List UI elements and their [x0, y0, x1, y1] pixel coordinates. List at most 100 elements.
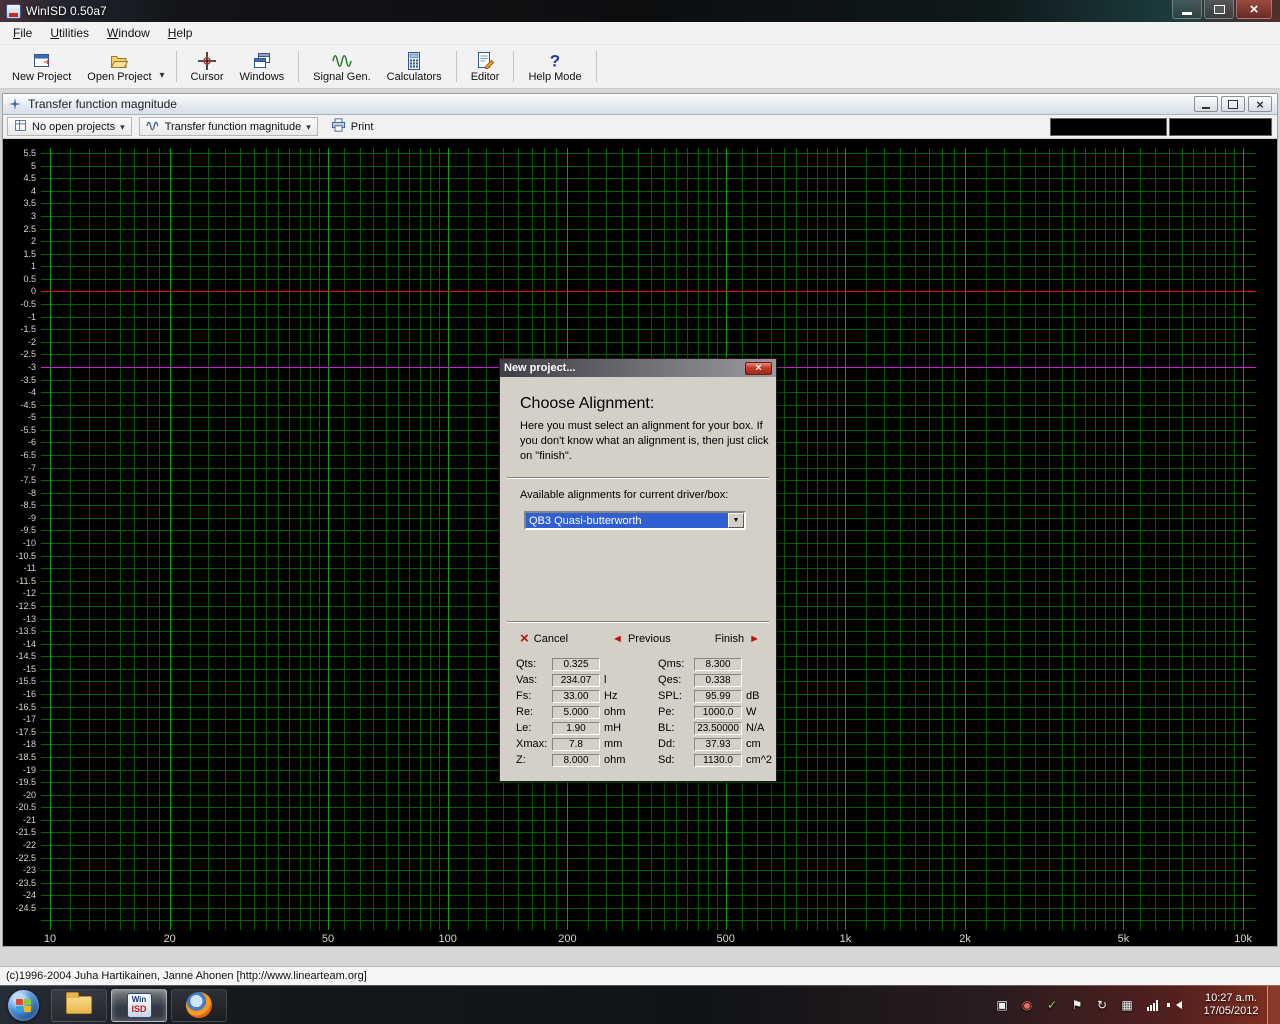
- view-selector[interactable]: Transfer function magnitude: [139, 117, 318, 136]
- finish-button[interactable]: Finish: [715, 633, 760, 645]
- tray-update-icon[interactable]: ↻: [1094, 997, 1110, 1013]
- help-mode-icon: ?: [544, 50, 566, 71]
- param-value-field[interactable]: 33.00: [552, 690, 600, 703]
- toolbar-windows-button[interactable]: Windows: [232, 47, 293, 86]
- open-project-dropdown-arrow[interactable]: [160, 47, 170, 86]
- taskbar-button-winisd[interactable]: WinISD: [111, 989, 167, 1022]
- y-tick-label: 2.5: [3, 224, 36, 234]
- y-tick-label: -13.5: [3, 626, 36, 636]
- grid-line-v: [344, 148, 345, 930]
- param-value-field[interactable]: 8.000: [552, 754, 600, 767]
- grid-line-v: [1140, 148, 1141, 930]
- param-value-field[interactable]: 0.325: [552, 658, 600, 671]
- dialog-close-button[interactable]: [745, 362, 772, 375]
- close-button[interactable]: [1236, 0, 1272, 19]
- child-maximize-button[interactable]: [1221, 96, 1245, 112]
- toolbar-help-mode-button[interactable]: ?Help Mode: [520, 47, 589, 86]
- child-window-titlebar[interactable]: Transfer function magnitude: [3, 94, 1277, 115]
- tray-display-icon[interactable]: ▣: [994, 997, 1010, 1013]
- taskbar-button-firefox[interactable]: [171, 989, 227, 1022]
- menu-file[interactable]: File: [4, 22, 41, 44]
- param-value-field[interactable]: 23.50000: [694, 722, 742, 735]
- taskbar-app-buttons: WinISD: [49, 986, 229, 1024]
- grid-line-v: [784, 148, 785, 930]
- param-value-field[interactable]: 5.000: [552, 706, 600, 719]
- toolbar-editor-button[interactable]: Editor: [463, 47, 508, 86]
- y-tick-label: -10.5: [3, 551, 36, 561]
- param-value-field[interactable]: 0.338: [694, 674, 742, 687]
- toolbar-new-project-button[interactable]: New Project: [4, 47, 79, 86]
- status-text: (c)1996-2004 Juha Hartikainen, Janne Aho…: [6, 970, 367, 982]
- toolbar-open-project-button[interactable]: Open Project: [79, 47, 159, 86]
- show-desktop-button[interactable]: [1267, 986, 1280, 1024]
- alignment-combobox[interactable]: QB3 Quasi-butterworth: [524, 511, 746, 530]
- status-bar: (c)1996-2004 Juha Hartikainen, Janne Aho…: [0, 966, 1280, 985]
- grid-line-v: [120, 148, 121, 930]
- child-minimize-button[interactable]: [1194, 96, 1218, 112]
- combo-dropdown-button[interactable]: [728, 513, 744, 528]
- grid-line-v: [486, 148, 487, 930]
- grid-line-v: [1182, 148, 1183, 930]
- x-tick-label: 100: [423, 933, 473, 945]
- y-tick-label: -13: [3, 614, 36, 624]
- param-value-field[interactable]: 95.99: [694, 690, 742, 703]
- param-value-field[interactable]: 1.90: [552, 722, 600, 735]
- grid-line-v: [310, 148, 311, 930]
- previous-button[interactable]: Previous: [612, 633, 671, 645]
- maximize-button[interactable]: [1204, 0, 1234, 19]
- tray-volume-icon[interactable]: [1169, 997, 1185, 1013]
- window-titlebar[interactable]: WinISD 0.50a7: [0, 0, 1280, 22]
- menu-utilities[interactable]: Utilities: [41, 22, 98, 44]
- y-tick-label: -6.5: [3, 450, 36, 460]
- y-tick-label: -12.5: [3, 601, 36, 611]
- param-value-field[interactable]: 7.8: [552, 738, 600, 751]
- param-value-field[interactable]: 8.300: [694, 658, 742, 671]
- grid-line-v: [1215, 148, 1216, 930]
- param-label: Dd:: [658, 738, 694, 750]
- dialog-titlebar[interactable]: New project...: [500, 359, 776, 377]
- y-tick-label: -20: [3, 790, 36, 800]
- cancel-button[interactable]: Cancel: [520, 631, 568, 646]
- taskbar-button-explorer[interactable]: [51, 989, 107, 1022]
- minimize-button[interactable]: [1172, 0, 1202, 19]
- grid-line-v: [266, 148, 267, 930]
- grid-line-v: [929, 148, 930, 930]
- grid-line-v: [1095, 148, 1096, 930]
- tray-flag-icon[interactable]: ⚑: [1069, 997, 1085, 1013]
- param-value-field[interactable]: 37.93: [694, 738, 742, 751]
- taskbar-clock[interactable]: 10:27 a.m. 17/05/2012: [1195, 992, 1267, 1018]
- param-label: Re:: [516, 706, 552, 718]
- param-value-field[interactable]: 1000.0: [694, 706, 742, 719]
- project-selector[interactable]: No open projects: [7, 117, 132, 136]
- grid-line-v: [807, 148, 808, 930]
- toolbar-separator: [298, 51, 299, 82]
- grid-line-v: [240, 148, 241, 930]
- param-value-field[interactable]: 234.07: [552, 674, 600, 687]
- menu-window[interactable]: Window: [98, 22, 159, 44]
- tray-network-icon[interactable]: [1144, 997, 1160, 1013]
- y-tick-label: 5.5: [3, 148, 36, 158]
- print-button[interactable]: Print: [325, 117, 380, 136]
- tray-security-icon[interactable]: ✓: [1044, 997, 1060, 1013]
- chevron-down-icon: [306, 121, 311, 133]
- y-tick-label: -7: [3, 463, 36, 473]
- toolbar-signal-gen-button[interactable]: Signal Gen.: [305, 47, 378, 86]
- start-button[interactable]: [8, 990, 39, 1021]
- param-unit: cm^2: [746, 754, 772, 766]
- menu-help[interactable]: Help: [159, 22, 202, 44]
- param-label: Qes:: [658, 674, 694, 686]
- y-tick-label: -11.5: [3, 576, 36, 586]
- y-tick-label: -6: [3, 437, 36, 447]
- y-tick-label: -18.5: [3, 752, 36, 762]
- toolbar-cursor-button[interactable]: Cursor: [183, 47, 232, 86]
- y-tick-label: -12: [3, 588, 36, 598]
- y-tick-label: -10: [3, 538, 36, 548]
- grid-line-v: [1123, 148, 1124, 930]
- y-tick-label: -23.5: [3, 878, 36, 888]
- toolbar-calculators-button[interactable]: Calculators: [379, 47, 450, 86]
- y-tick-label: -5.5: [3, 425, 36, 435]
- tray-graphics-icon[interactable]: ▦: [1119, 997, 1135, 1013]
- param-value-field[interactable]: 1130.0: [694, 754, 742, 767]
- child-close-button[interactable]: [1248, 96, 1272, 112]
- tray-media-icon[interactable]: ◉: [1019, 997, 1035, 1013]
